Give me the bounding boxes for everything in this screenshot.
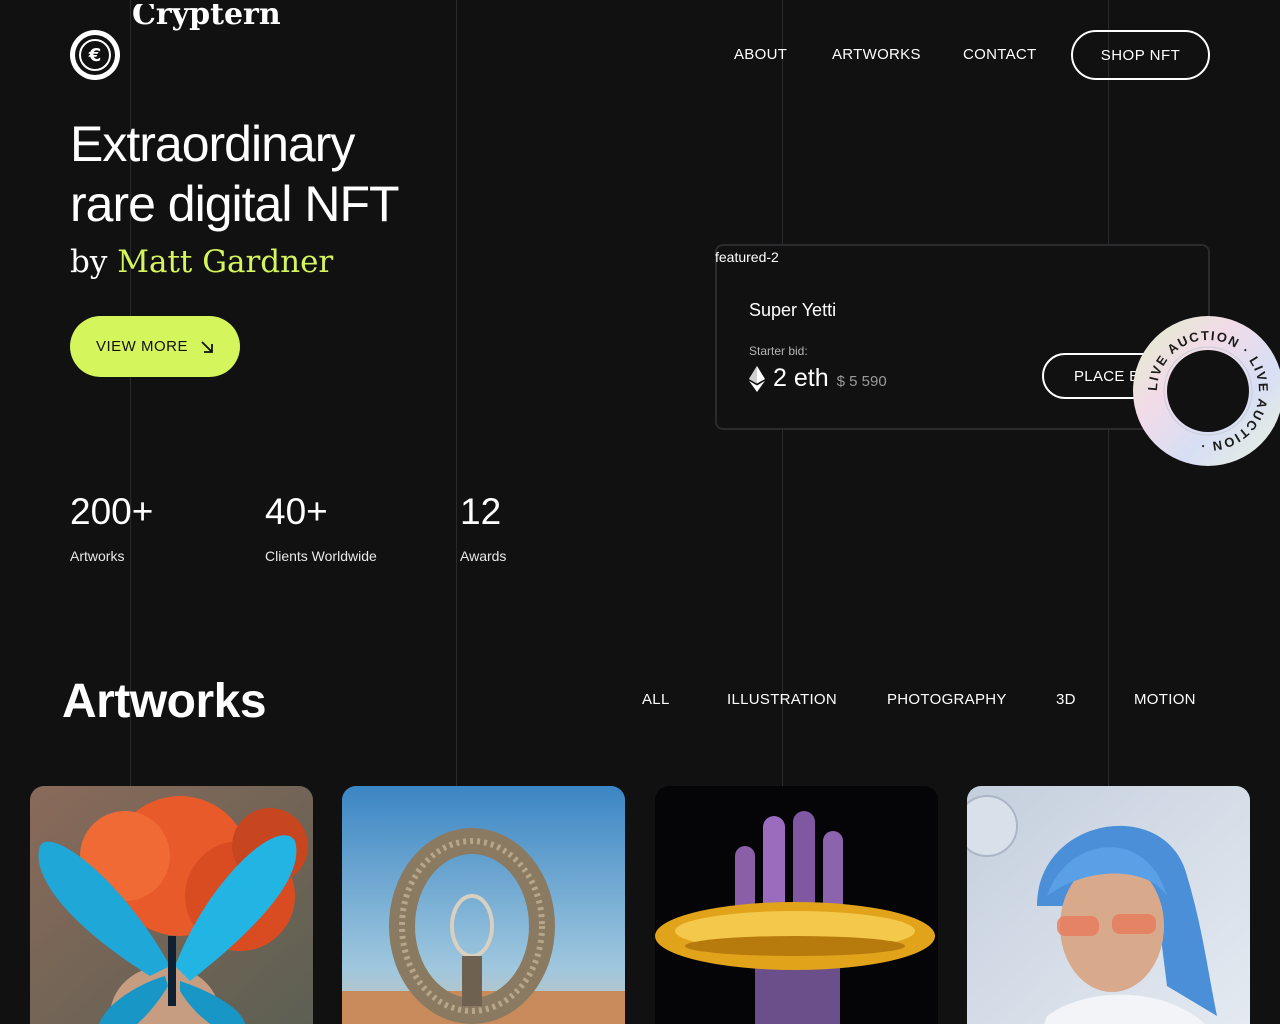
filter-illustration[interactable]: ILLUSTRATION [727, 691, 837, 708]
stat-label: Awards [460, 548, 507, 564]
artwork-image [30, 786, 313, 1024]
filter-3d[interactable]: 3D [1056, 691, 1076, 708]
byline-prefix: by [70, 244, 108, 280]
view-more-button[interactable]: VIEW MORE [70, 316, 240, 377]
arrow-down-right-icon [201, 340, 213, 353]
view-more-label: VIEW MORE [95, 338, 188, 355]
logo-glyph: € [79, 39, 111, 71]
hero-title: Extraordinary rare digital NFT [70, 114, 400, 234]
featured-caption: featured-2 [715, 249, 779, 265]
ethereum-icon [749, 365, 765, 392]
live-auction-badge: LIVE AUCTION · LIVE AUCTION · [1133, 316, 1280, 466]
eth-price: 2 eth [773, 364, 829, 392]
artwork-tile-ring[interactable] [342, 786, 625, 1024]
filter-motion[interactable]: MOTION [1134, 691, 1196, 708]
logo-wordmark[interactable]: Cryptern [132, 4, 281, 36]
artworks-heading: Artworks [62, 675, 267, 728]
price-row: 2 eth $ 5 590 [749, 364, 887, 393]
nav-contact[interactable]: CONTACT [963, 46, 1036, 63]
hero-title-line: rare digital NFT [70, 176, 400, 232]
stat-value: 12 [460, 491, 502, 532]
stat-clients: 40+ Clients Worldwide [265, 490, 377, 564]
shop-nft-button[interactable]: SHOP NFT [1071, 30, 1210, 80]
stat-label: Clients Worldwide [265, 548, 377, 564]
coin-logo-icon[interactable]: € [70, 30, 120, 80]
artwork-tile-hand[interactable] [655, 786, 938, 1024]
author-name: Matt Gardner [117, 244, 334, 280]
artwork-tile-portrait[interactable] [967, 786, 1250, 1024]
stat-awards: 12 Awards [460, 490, 506, 564]
filter-all[interactable]: ALL [642, 691, 670, 708]
nav-artworks[interactable]: ARTWORKS [832, 46, 921, 63]
nav-about[interactable]: ABOUT [734, 46, 787, 63]
stat-value: 40+ [265, 491, 328, 532]
artwork-image [655, 786, 938, 1024]
stat-value: 200+ [70, 491, 154, 532]
usd-price: $ 5 590 [836, 373, 887, 390]
stat-artworks: 200+ Artworks [70, 490, 153, 564]
featured-title: Super Yetti [749, 300, 837, 320]
hero-title-line: Extraordinary [70, 116, 355, 172]
hero-byline: by Matt Gardner [70, 244, 333, 280]
artwork-tile-butterfly[interactable] [30, 786, 313, 1024]
filter-photography[interactable]: PHOTOGRAPHY [887, 691, 1007, 708]
artwork-image [342, 786, 625, 1024]
artwork-image [967, 786, 1250, 1024]
starter-bid-label: Starter bid: [749, 344, 808, 358]
stat-label: Artworks [70, 548, 125, 564]
